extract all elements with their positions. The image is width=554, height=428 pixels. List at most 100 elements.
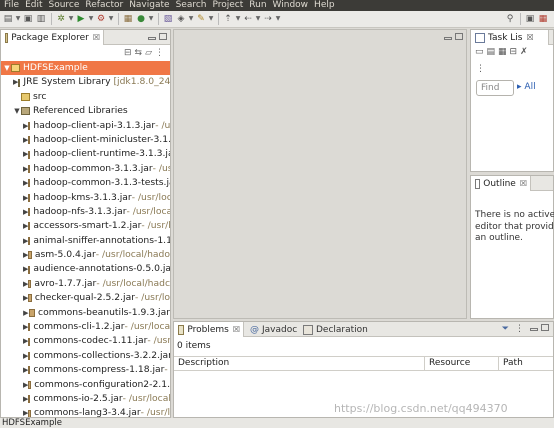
categorize-icon[interactable]: ▤ bbox=[487, 47, 496, 57]
new-task-icon[interactable]: ▭ bbox=[475, 47, 484, 57]
chevron-down-icon[interactable]: ▼ bbox=[148, 13, 154, 25]
open-type-icon[interactable]: ▧ bbox=[162, 13, 174, 25]
minimize-icon[interactable] bbox=[148, 37, 156, 40]
editor-area[interactable] bbox=[173, 29, 467, 319]
maximize-icon[interactable] bbox=[455, 33, 463, 40]
menu-project[interactable]: Project bbox=[208, 0, 245, 11]
tab-task-list[interactable]: Task Lis ☒ bbox=[471, 30, 549, 45]
tree-item-jar[interactable]: ▶ commons-beanutils-1.9.3.jar bbox=[1, 306, 170, 320]
tree-item-src[interactable]: src bbox=[1, 90, 170, 104]
chevron-down-icon[interactable]: ▼ bbox=[235, 13, 241, 25]
close-icon[interactable]: ☒ bbox=[527, 33, 534, 42]
forward-icon[interactable]: ⇢ bbox=[262, 13, 274, 25]
chevron-down-icon[interactable]: ▼ bbox=[275, 13, 281, 25]
task-find-input[interactable]: Find bbox=[476, 80, 514, 96]
menu-window[interactable]: Window bbox=[269, 0, 311, 11]
chevron-down-icon[interactable]: ▼ bbox=[13, 104, 21, 118]
maximize-icon[interactable] bbox=[159, 33, 167, 40]
tree-item-jar[interactable]: ▶ hadoop-common-3.1.3.jar - /us bbox=[1, 162, 170, 176]
tree-item-jre[interactable]: ▶ JRE System Library [jdk1.8.0_241] bbox=[1, 75, 170, 89]
menu-refactor[interactable]: Refactor bbox=[81, 0, 125, 11]
open-perspective-icon[interactable]: ▣ bbox=[524, 13, 536, 25]
tree-item-project[interactable]: ▼ HDFSExample bbox=[1, 61, 170, 76]
task-all-link[interactable]: ▸ All bbox=[517, 82, 536, 92]
prev-annotation-icon[interactable]: ⇡ bbox=[222, 13, 234, 25]
chevron-down-icon[interactable]: ▼ bbox=[3, 61, 11, 75]
menu-help[interactable]: Help bbox=[310, 0, 337, 11]
collapse-all-icon[interactable]: ⊟ bbox=[124, 48, 132, 58]
new-package-icon[interactable]: ▦ bbox=[122, 13, 134, 25]
tree-item-jar[interactable]: ▶ commons-lang3-3.4.jar - /usr/l bbox=[1, 406, 170, 417]
menu-navigate[interactable]: Navigate bbox=[125, 0, 171, 11]
tree-item-jar[interactable]: ▶ commons-io-2.5.jar - /usr/local bbox=[1, 392, 170, 406]
menu-source[interactable]: Source bbox=[45, 0, 82, 11]
tree-item-jar[interactable]: ▶hadoop-client-api-3.1.3.jar - /us bbox=[1, 119, 170, 133]
tree-item-referenced-libraries[interactable]: ▼ Referenced Libraries bbox=[1, 104, 170, 118]
chevron-down-icon[interactable]: ▼ bbox=[108, 13, 114, 25]
tree-item-jar[interactable]: ▶ asm-5.0.4.jar - /usr/local/hado bbox=[1, 248, 170, 262]
chevron-down-icon[interactable]: ▼ bbox=[188, 13, 194, 25]
debug-icon[interactable]: ✲ bbox=[55, 13, 67, 25]
maximize-icon[interactable] bbox=[541, 324, 549, 331]
menu-file[interactable]: File bbox=[0, 0, 21, 11]
tree-item-jar[interactable]: ▶ commons-cli-1.2.jar - /usr/local bbox=[1, 320, 170, 334]
tree-item-jar[interactable]: ▶ hadoop-kms-3.1.3.jar - /usr/loc bbox=[1, 191, 170, 205]
tree-item-jar[interactable]: ▶ checker-qual-2.5.2.jar - /usr/lo bbox=[1, 291, 170, 305]
save-icon[interactable]: ▣ bbox=[22, 13, 34, 25]
focus-icon[interactable]: ▱ bbox=[145, 48, 152, 58]
column-description[interactable]: Description bbox=[174, 357, 425, 370]
tree-item-jar[interactable]: ▶commons-compress-1.18.jar - /u bbox=[1, 363, 170, 377]
tree-item-jar[interactable]: ▶ animal-sniffer-annotations-1.1 bbox=[1, 234, 170, 248]
search-icon[interactable]: ⚲ bbox=[504, 13, 516, 25]
tree-item-jar[interactable]: ▶ hadoop-nfs-3.1.3.jar - /usr/loca bbox=[1, 205, 170, 219]
tab-package-explorer[interactable]: Package Explorer ☒ bbox=[1, 30, 104, 45]
show-completed-icon[interactable]: ▦ bbox=[498, 47, 507, 57]
chevron-down-icon[interactable]: ▼ bbox=[88, 13, 94, 25]
view-menu-icon[interactable]: ⋮ bbox=[476, 64, 485, 74]
open-task-icon[interactable]: ◈ bbox=[175, 13, 187, 25]
close-icon[interactable]: ☒ bbox=[233, 325, 240, 334]
menu-edit[interactable]: Edit bbox=[21, 0, 44, 11]
annotation-icon[interactable]: ✎ bbox=[195, 13, 207, 25]
tab-declaration[interactable]: Declaration bbox=[299, 322, 371, 337]
close-icon[interactable]: ☒ bbox=[520, 179, 527, 188]
tree-item-jar[interactable]: ▶ hadoop-client-minicluster-3.1. bbox=[1, 133, 170, 147]
tree-item-jar[interactable]: ▶ audience-annotations-0.5.0.jar bbox=[1, 262, 170, 276]
tab-problems[interactable]: Problems ☒ bbox=[174, 322, 244, 337]
view-menu-icon[interactable]: ⋮ bbox=[515, 324, 524, 334]
link-with-editor-icon[interactable]: ⇆ bbox=[135, 48, 143, 58]
new-class-icon[interactable]: ● bbox=[135, 13, 147, 25]
minimize-icon[interactable] bbox=[444, 37, 452, 40]
tab-javadoc[interactable]: @ Javadoc bbox=[246, 322, 300, 337]
chevron-down-icon[interactable]: ▼ bbox=[208, 13, 214, 25]
view-menu-icon[interactable]: ⋮ bbox=[155, 48, 164, 58]
external-tools-icon[interactable]: ⚙ bbox=[95, 13, 107, 25]
tree-item-jar[interactable]: ▶ avro-1.7.7.jar - /usr/local/hadc bbox=[1, 277, 170, 291]
filter-icon[interactable]: ⏷ bbox=[502, 324, 509, 334]
problems-item-count: 0 items bbox=[177, 341, 211, 351]
chevron-down-icon[interactable]: ▼ bbox=[68, 13, 74, 25]
tree-item-jar[interactable]: ▶ hadoop-client-runtime-3.1.3.ja bbox=[1, 147, 170, 161]
minimize-icon[interactable] bbox=[530, 328, 538, 331]
tab-outline[interactable]: Outline ☒ bbox=[471, 176, 531, 191]
close-icon[interactable]: ☒ bbox=[93, 33, 100, 42]
chevron-down-icon[interactable]: ▼ bbox=[15, 13, 21, 25]
jar-path: - /usr/lo bbox=[135, 292, 170, 304]
new-icon[interactable]: ▤ bbox=[2, 13, 14, 25]
column-path[interactable]: Path bbox=[499, 357, 554, 370]
run-icon[interactable]: ▶ bbox=[75, 13, 87, 25]
menu-run[interactable]: Run bbox=[245, 0, 268, 11]
chevron-down-icon[interactable]: ▼ bbox=[255, 13, 261, 25]
print-icon[interactable]: ▥ bbox=[35, 13, 47, 25]
collapse-all-icon[interactable]: ⊟ bbox=[510, 47, 518, 57]
tree-item-jar[interactable]: ▶ commons-configuration2-2.1. bbox=[1, 378, 170, 392]
java-perspective-icon[interactable]: ▦ bbox=[537, 13, 549, 25]
hide-icon[interactable]: ✗ bbox=[520, 47, 528, 57]
back-icon[interactable]: ⇠ bbox=[242, 13, 254, 25]
tree-item-jar[interactable]: ▶commons-codec-1.11.jar - /usr/ bbox=[1, 334, 170, 348]
menu-search[interactable]: Search bbox=[172, 0, 209, 11]
tree-item-jar[interactable]: ▶ accessors-smart-1.2.jar - /usr/l bbox=[1, 219, 170, 233]
tree-item-jar[interactable]: ▶ commons-collections-3.2.2.jar bbox=[1, 349, 170, 363]
column-resource[interactable]: Resource bbox=[425, 357, 499, 370]
tree-item-jar[interactable]: ▶ hadoop-common-3.1.3-tests.ja bbox=[1, 176, 170, 190]
